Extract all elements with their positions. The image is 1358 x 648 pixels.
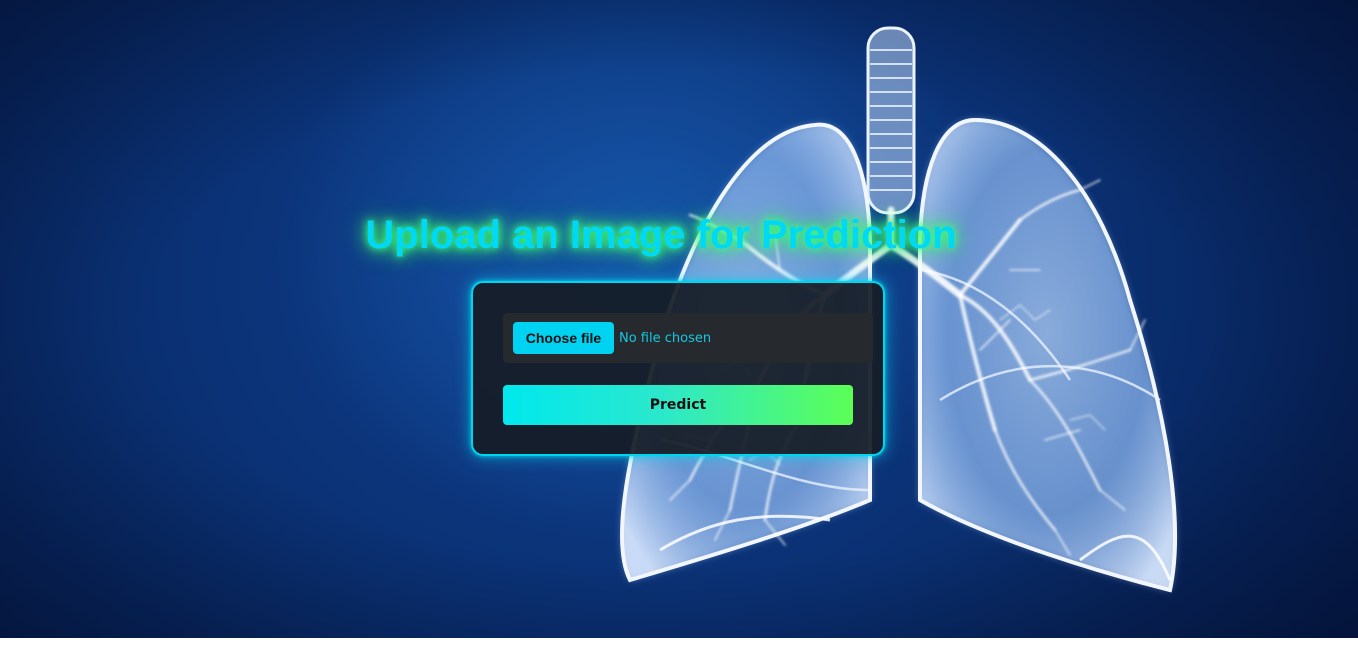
page-background: Upload an Image for Prediction Choose fi… — [0, 0, 1358, 638]
trachea — [866, 26, 916, 215]
page-title: Upload an Image for Prediction — [365, 213, 957, 257]
upload-form-panel: Choose file No file chosen Predict — [471, 281, 885, 456]
file-status-text: No file chosen — [619, 330, 712, 346]
predict-button[interactable]: Predict — [503, 385, 853, 425]
file-input[interactable]: Choose file No file chosen — [503, 313, 873, 363]
choose-file-button[interactable]: Choose file — [513, 322, 614, 354]
